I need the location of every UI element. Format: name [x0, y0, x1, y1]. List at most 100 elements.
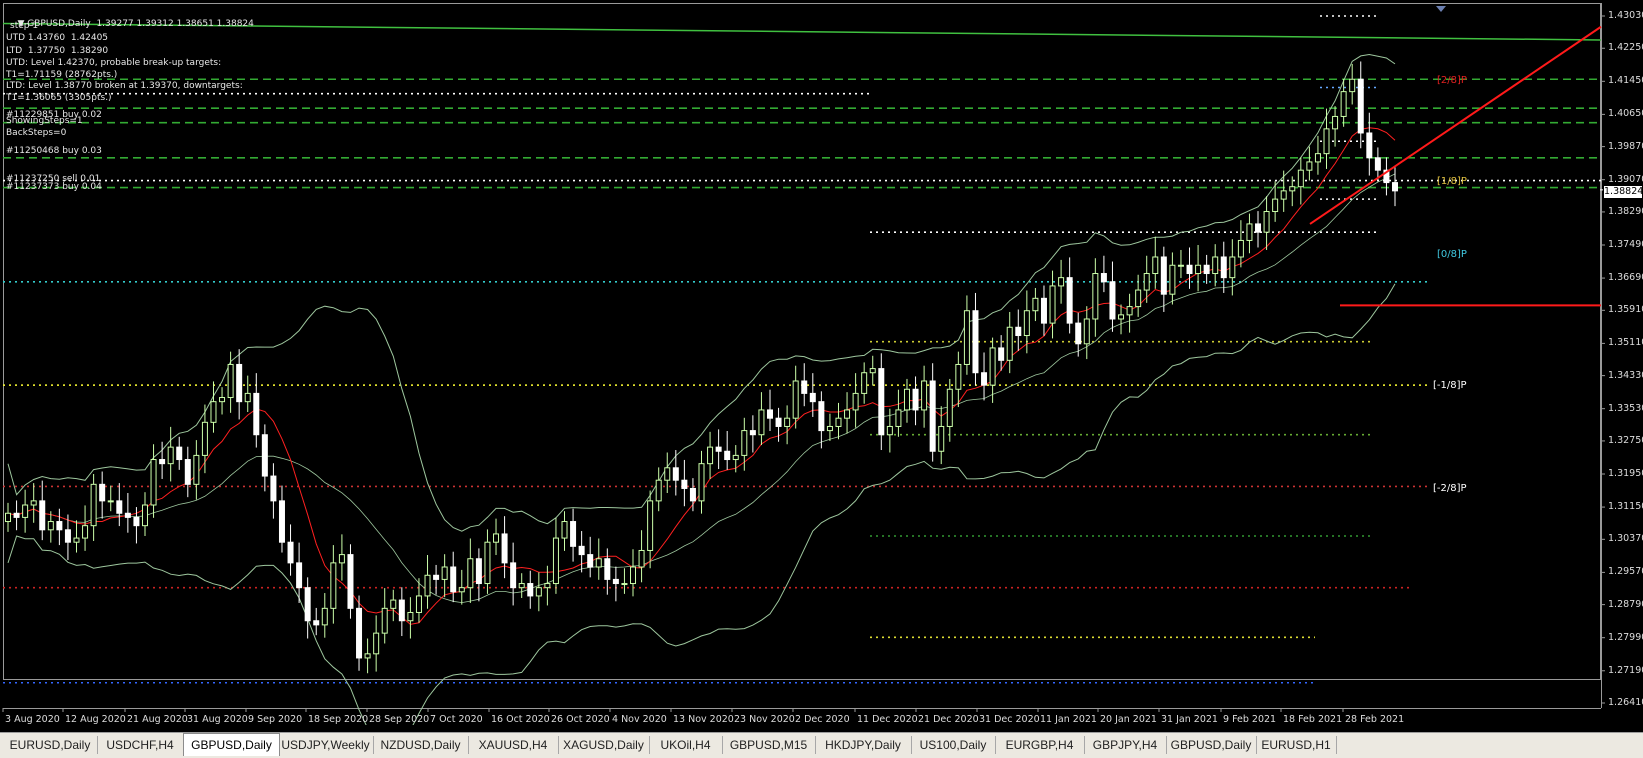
date-tick: 26 Oct 2020: [551, 714, 610, 725]
candle-body: [219, 397, 226, 403]
candle-body: [458, 587, 465, 593]
candle-body: [655, 479, 662, 502]
price-tick: 1.41450: [1608, 75, 1643, 87]
candle-body: [1186, 264, 1193, 275]
price-tick: 1.32750: [1608, 434, 1643, 446]
date-tick: 11 Jan 2021: [1040, 714, 1097, 725]
candle-body: [398, 599, 405, 622]
candle-body: [1040, 297, 1047, 324]
candle-body: [1297, 169, 1304, 188]
current-price-tag: 1.38824: [1604, 186, 1643, 198]
candle-body: [689, 487, 696, 502]
candle-body: [13, 512, 20, 518]
candle-body: [47, 521, 54, 531]
tab-usdjpy-weekly[interactable]: USDJPY,Weekly: [278, 736, 374, 754]
date-tick: 18 Feb 2021: [1283, 714, 1343, 725]
candle-body: [167, 446, 174, 465]
candle-body: [390, 599, 397, 609]
moving-average-line: [7, 127, 1396, 625]
candle-body: [989, 347, 996, 386]
candle-body: [1023, 310, 1030, 337]
date-tick: 12 Aug 2020: [65, 714, 126, 725]
tab-gbpusd-daily[interactable]: GBPUSD,Daily: [1166, 736, 1257, 754]
candle-body: [407, 611, 414, 622]
candle-body: [604, 558, 611, 580]
candle-body: [1092, 273, 1099, 320]
candle-body: [912, 388, 919, 411]
info-utd: UTD 1.43760 1.42405: [6, 33, 109, 43]
date-tick: 31 Aug 2020: [187, 714, 248, 725]
candle-body: [313, 620, 320, 626]
date-tick: 11 Dec 2020: [857, 714, 918, 725]
candle-body: [544, 583, 551, 589]
candle-body: [493, 533, 500, 543]
date-tick: 18 Sep 2020: [308, 714, 369, 725]
candle-body: [1075, 322, 1082, 345]
candle-body: [749, 430, 756, 436]
candle-body: [801, 380, 808, 394]
date-tick: 31 Jan 2021: [1161, 714, 1218, 725]
date-tick: 23 Nov 2020: [734, 714, 795, 725]
tab-eurgbp-h4[interactable]: EURGBP,H4: [995, 736, 1085, 754]
date-tick: 13 Nov 2020: [673, 714, 734, 725]
tab-gbpusd-m15[interactable]: GBPUSD,M15: [722, 736, 816, 754]
tab-xagusd-daily[interactable]: XAGUSD,Daily: [558, 736, 650, 754]
candle-body: [253, 392, 260, 436]
candle-body: [784, 417, 791, 427]
tab-eurusd-daily[interactable]: EURUSD,Daily: [3, 736, 98, 754]
tab-gbpjpy-h4[interactable]: GBPJPY,H4: [1084, 736, 1167, 754]
price-tick: 1.43030: [1608, 10, 1643, 21]
candle-body: [1100, 273, 1107, 283]
candle-body: [176, 446, 183, 461]
candle-body: [638, 549, 645, 568]
tab-gbpusd-daily[interactable]: GBPUSD,Daily: [183, 733, 280, 756]
candle-body: [1392, 182, 1398, 192]
candle-body: [835, 417, 842, 427]
candle-body: [775, 417, 782, 427]
candle-body: [30, 500, 37, 506]
price-tick: 1.34330: [1608, 369, 1643, 381]
price-tick: 1.31150: [1608, 501, 1643, 513]
price-tick: 1.27990: [1608, 631, 1643, 643]
order-label-2: #11250468 buy 0.03: [6, 146, 102, 156]
candle-body: [356, 607, 363, 659]
candle-body: [1109, 281, 1116, 320]
candle-body: [1220, 256, 1227, 279]
tab-eurusd-h1[interactable]: EURUSD,H1: [1256, 736, 1337, 754]
candle-body: [5, 512, 11, 523]
candle-body: [955, 363, 962, 390]
tab-usdchf-h4[interactable]: USDCHF,H4: [97, 736, 184, 754]
candle-body: [1032, 297, 1039, 312]
scroll-marker-icon[interactable]: [1436, 6, 1446, 12]
candle-body: [373, 632, 380, 655]
candle-body: [124, 512, 131, 518]
tab-nzdusd-daily[interactable]: NZDUSD,Daily: [373, 736, 469, 754]
candle-body: [587, 554, 594, 568]
tab-hkdjpy-daily[interactable]: HKDJPY,Daily: [815, 736, 912, 754]
chart-area[interactable]: ▼ GBPUSD,Daily 1.39277 1.39312 1.38651 1…: [0, 0, 1643, 725]
candle-body: [433, 574, 440, 580]
candle-body: [895, 409, 902, 427]
date-tick: 31 Dec 2020: [979, 714, 1040, 725]
candle-body: [201, 421, 208, 456]
candle-body: [296, 562, 303, 589]
tab-us100-daily[interactable]: US100,Daily: [911, 736, 996, 754]
candle-body: [929, 380, 936, 452]
candle-body: [998, 347, 1005, 361]
candle-body: [1357, 78, 1364, 134]
candle-body: [732, 454, 739, 461]
candle-body: [22, 504, 29, 518]
candle-body: [681, 479, 688, 489]
candle-body: [1006, 326, 1013, 361]
candle-body: [1118, 314, 1125, 320]
tab-ukoil-h4[interactable]: UKOil,H4: [649, 736, 723, 754]
candle-body: [150, 459, 157, 506]
candle-body: [1152, 256, 1159, 275]
price-chart[interactable]: [0, 0, 1643, 725]
info-ltd-level: LTD: Level 1.38770 broken at 1.39370, do…: [6, 81, 243, 91]
candle-body: [527, 583, 534, 597]
candle-body: [1160, 256, 1167, 295]
trend-line[interactable]: [1309, 25, 1602, 225]
candle-body: [886, 425, 893, 436]
tab-xauusd-h4[interactable]: XAUUSD,H4: [468, 736, 559, 754]
